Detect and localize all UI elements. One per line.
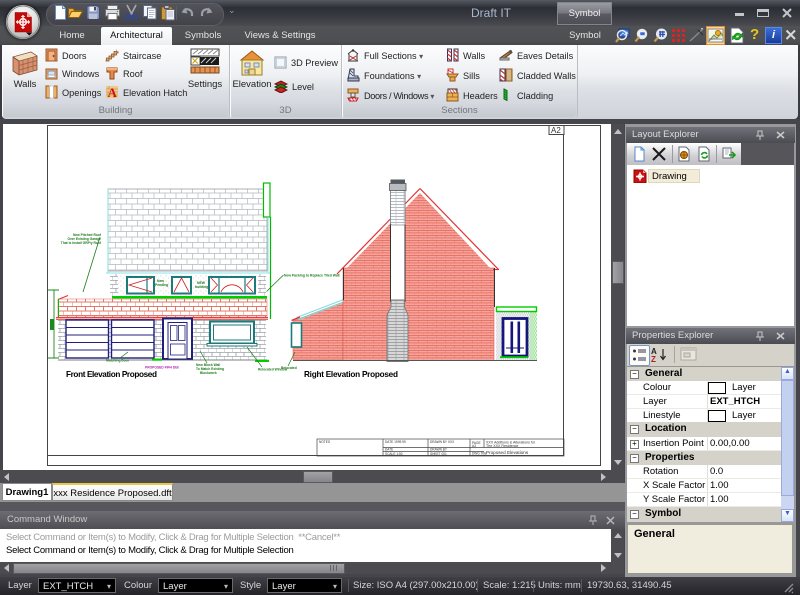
svg-text:Proposed Elevations: Proposed Elevations xyxy=(486,450,529,455)
svg-text:DRAWN BY XXX: DRAWN BY XXX xyxy=(430,440,455,444)
svg-text:New Packing to Replace Tiled W: New Packing to Replace Tiled Wall xyxy=(284,274,340,278)
svg-text:A: A xyxy=(108,85,118,99)
svg-text:Blockwork: Blockwork xyxy=(200,371,217,375)
svg-text:A3: A3 xyxy=(472,444,476,448)
svg-text:PROPOSED FIFH Dbl!: PROPOSED FIFH Dbl! xyxy=(145,366,179,370)
svg-text:building: building xyxy=(195,285,208,289)
svg-text:DATE 1999.99: DATE 1999.99 xyxy=(385,440,406,444)
svg-text:Relocated: Relocated xyxy=(281,366,297,370)
svg-text:SCALE 1:50: SCALE 1:50 xyxy=(385,452,403,456)
svg-text:SHEET 001: SHEET 001 xyxy=(430,452,447,456)
svg-text:Z: Z xyxy=(651,355,656,364)
svg-text:Right Elevation Proposed: Right Elevation Proposed xyxy=(304,370,398,379)
svg-text:The XXX Residence: The XXX Residence xyxy=(486,444,518,448)
svg-text:That Is Install GRP/y Roof: That Is Install GRP/y Roof xyxy=(61,241,102,245)
svg-text:Matching Door: Matching Door xyxy=(106,359,130,363)
svg-text:A2: A2 xyxy=(551,126,561,135)
svg-text:Pending: Pending xyxy=(155,283,168,287)
svg-text:NOTES: NOTES xyxy=(319,440,330,444)
svg-text:Front Elevation Proposed: Front Elevation Proposed xyxy=(66,370,157,379)
svg-text:DWG Title: DWG Title xyxy=(472,452,487,456)
